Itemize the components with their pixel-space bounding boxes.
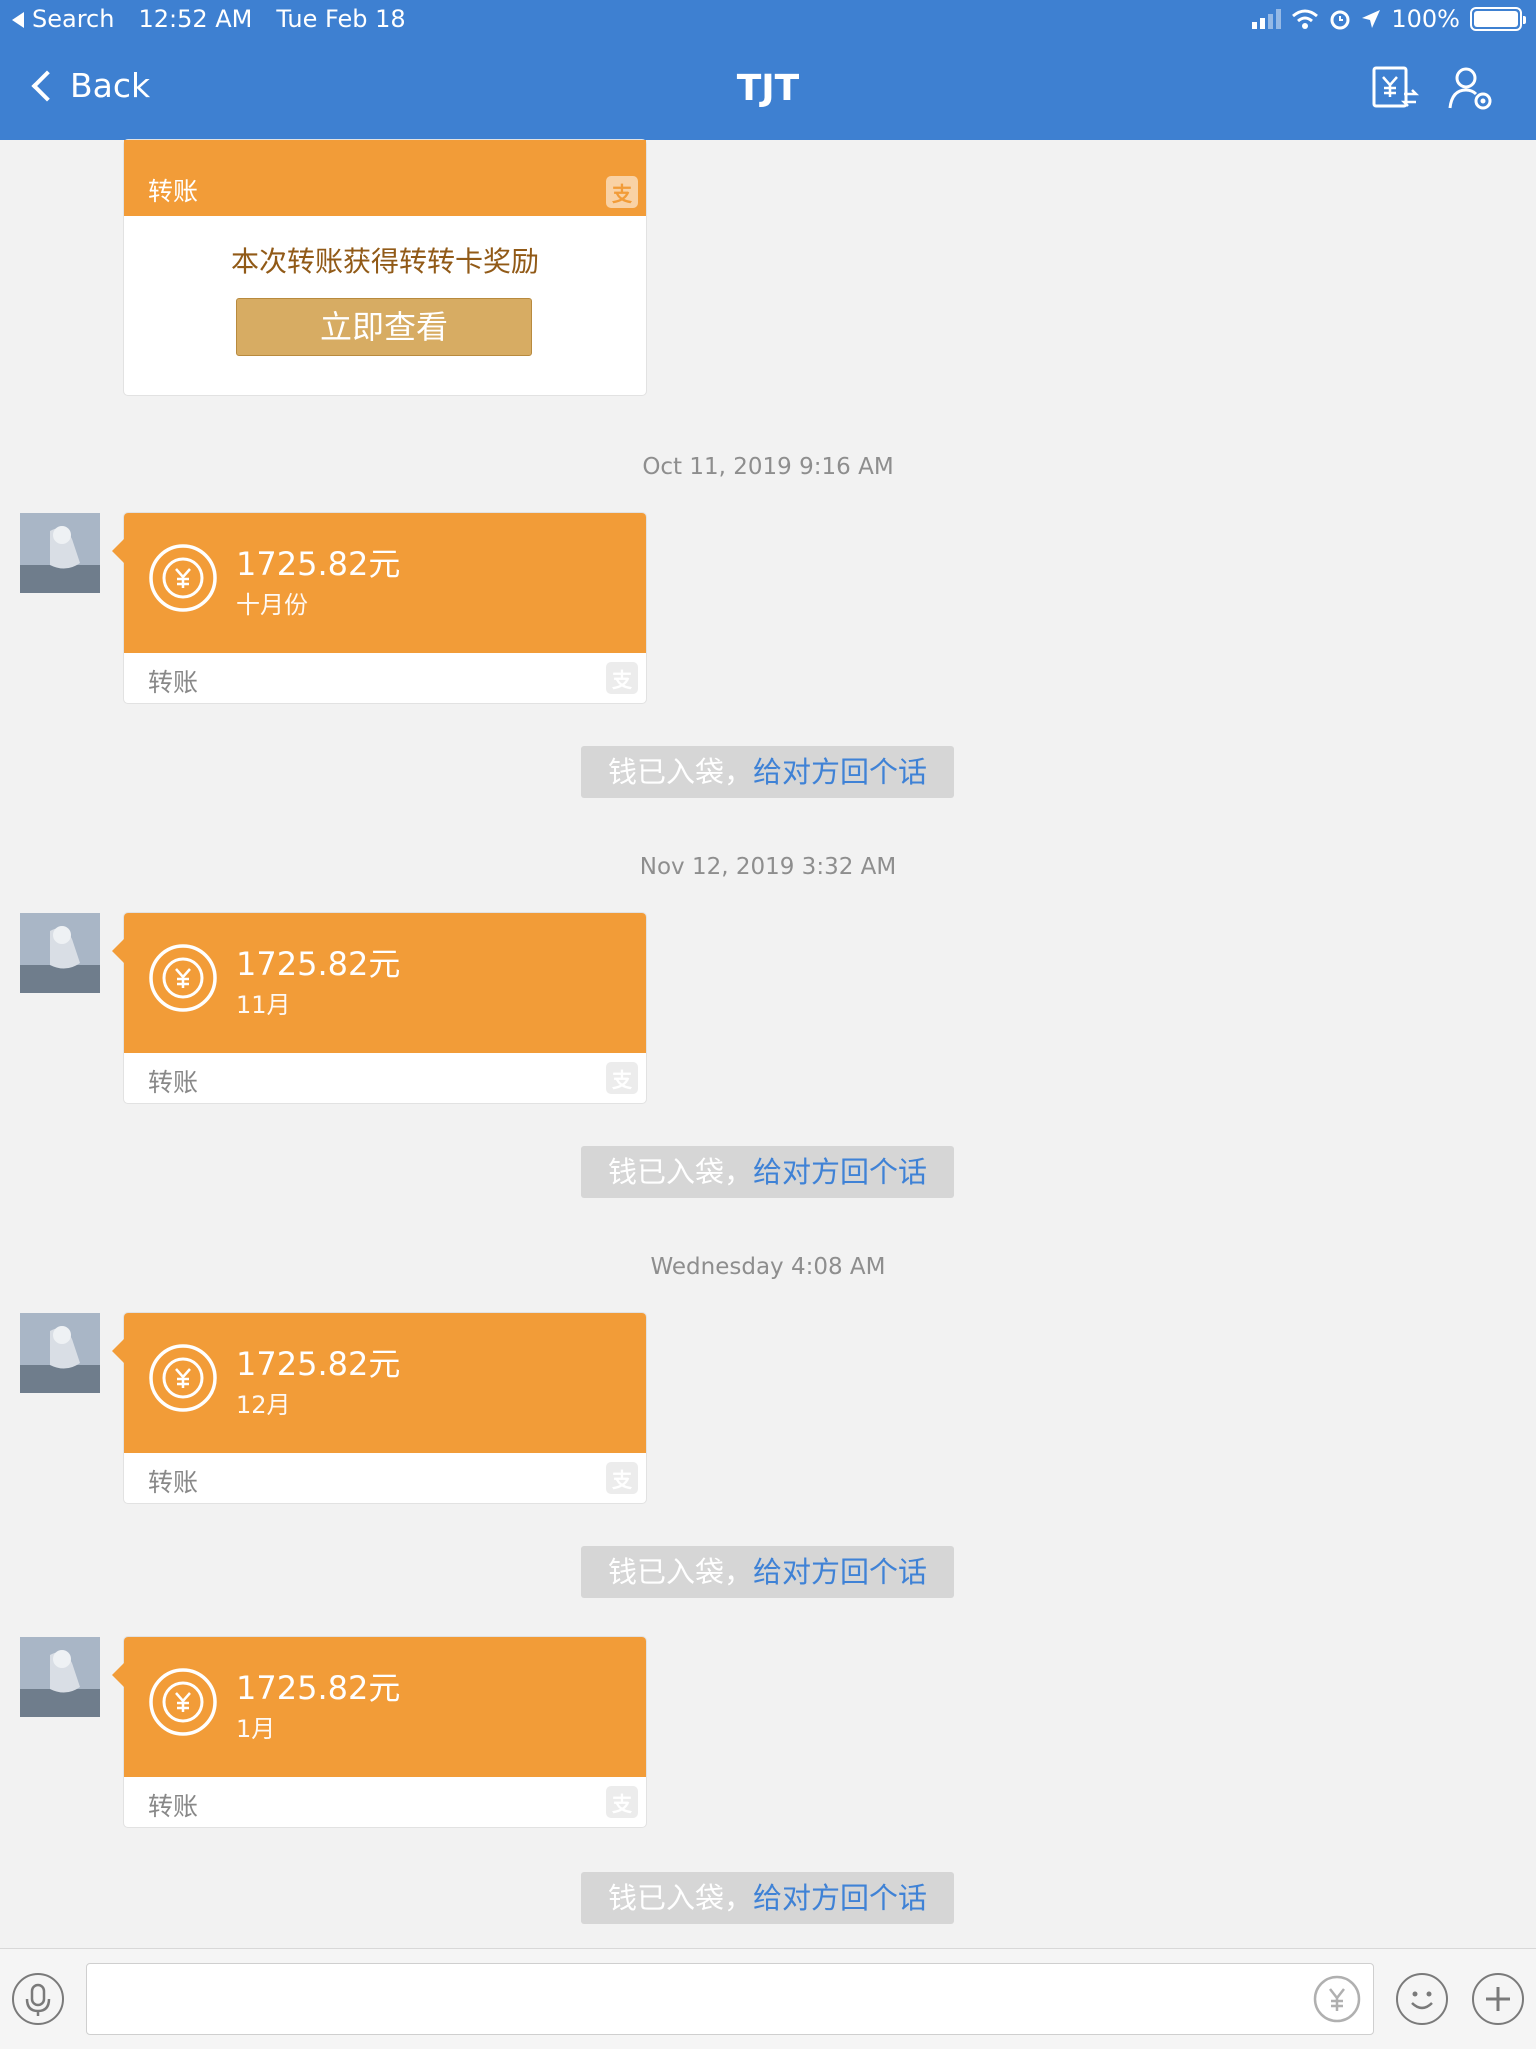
alipay-icon: 支 <box>606 1462 638 1494</box>
transfer-label: 转账 <box>148 1468 199 1497</box>
reply-link[interactable]: 给对方回个话 <box>753 755 927 789</box>
view-now-button[interactable]: 立即查看 <box>236 298 532 356</box>
status-bar: Search 12:52 AM Tue Feb 18 100% <box>0 0 1536 40</box>
status-time: 12:52 AM <box>138 5 253 33</box>
transfer-note: 12月 <box>236 1391 291 1419</box>
received-text: 钱已入袋， <box>607 755 753 789</box>
back-triangle-icon <box>12 12 24 28</box>
voice-button[interactable] <box>12 1973 64 2025</box>
battery-icon <box>1470 7 1526 31</box>
reward-card-header: 转账 支 <box>124 140 646 216</box>
reply-link[interactable]: 给对方回个话 <box>753 1155 927 1189</box>
transfer-note: 1月 <box>236 1715 276 1743</box>
reply-link[interactable]: 给对方回个话 <box>753 1881 927 1915</box>
microphone-icon <box>25 1983 51 2016</box>
avatar[interactable] <box>20 1637 100 1717</box>
back-to-app[interactable]: Search <box>12 5 114 33</box>
yen-coin-icon <box>149 1668 217 1736</box>
timestamp: Wednesday 4:08 AM <box>650 1254 886 1280</box>
received-text: 钱已入袋， <box>607 1555 753 1589</box>
transfer-amount: 1725.82元 <box>236 945 401 983</box>
emoji-icon <box>1411 1991 1433 2010</box>
navigation-bar: Back TJT <box>0 40 1536 140</box>
back-app-label: Search <box>32 5 115 33</box>
timestamp: Nov 12, 2019 3:32 AM <box>639 854 897 880</box>
avatar[interactable] <box>20 513 100 593</box>
emoji-button[interactable] <box>1396 1973 1448 2025</box>
transfer-message[interactable]: 1725.82元 1月 转账 支 <box>112 1637 646 1827</box>
timestamp: Oct 11, 2019 9:16 AM <box>642 454 894 480</box>
received-notice: 钱已入袋，给对方回个话 <box>581 1546 954 1598</box>
reward-message: 本次转账获得转转卡奖励 <box>230 245 539 278</box>
chat-area[interactable]: 转账 支 本次转账获得转转卡奖励 立即查看 Oct 11, 2019 9:16 … <box>0 140 1536 1948</box>
alipay-icon: 支 <box>606 662 638 694</box>
plus-icon <box>1486 1987 1510 2011</box>
transfer-label: 转账 <box>148 1792 199 1821</box>
transfer-message[interactable]: 1725.82元 12月 转账 支 <box>112 1313 646 1503</box>
reward-header-label: 转账 <box>148 177 199 206</box>
status-date: Tue Feb 18 <box>276 5 406 33</box>
message-field[interactable] <box>86 1963 1374 2035</box>
alipay-icon: 支 <box>606 176 638 208</box>
signal-icon <box>1252 9 1282 29</box>
location-icon <box>1362 10 1381 28</box>
transfer-yen-icon[interactable] <box>1370 64 1420 114</box>
message-input[interactable] <box>99 1964 1293 2034</box>
received-notice: 钱已入袋，给对方回个话 <box>581 746 954 798</box>
received-notice: 钱已入袋，给对方回个话 <box>581 1146 954 1198</box>
transfer-amount: 1725.82元 <box>236 545 401 583</box>
battery-percent: 100% <box>1391 5 1460 33</box>
transfer-label: 转账 <box>148 1068 199 1097</box>
wifi-icon <box>1292 9 1319 29</box>
transfer-note: 十月份 <box>236 591 308 619</box>
received-notice: 钱已入袋，给对方回个话 <box>581 1872 954 1924</box>
received-text: 钱已入袋， <box>607 1155 753 1189</box>
top-bar: Search 12:52 AM Tue Feb 18 100% Back TJT <box>0 0 1536 140</box>
contact-settings-icon[interactable] <box>1446 64 1496 114</box>
transfer-amount: 1725.82元 <box>236 1669 401 1707</box>
transfer-note: 11月 <box>236 991 291 1019</box>
yen-coin-icon <box>149 944 217 1012</box>
transfer-message[interactable]: 1725.82元 11月 转账 支 <box>112 913 646 1103</box>
alarm-icon <box>1330 10 1350 30</box>
input-bar <box>0 1948 1536 2049</box>
reward-card[interactable]: 转账 支 本次转账获得转转卡奖励 立即查看 <box>124 140 646 395</box>
reply-link[interactable]: 给对方回个话 <box>753 1555 927 1589</box>
alipay-icon: 支 <box>606 1786 638 1818</box>
transfer-amount: 1725.82元 <box>236 1345 401 1383</box>
avatar[interactable] <box>20 913 100 993</box>
yen-coin-icon <box>149 1344 217 1412</box>
chat-title: TJT <box>736 68 800 109</box>
avatar[interactable] <box>20 1313 100 1393</box>
transfer-message[interactable]: 1725.82元 十月份 转账 支 <box>112 513 646 703</box>
more-button[interactable] <box>1472 1973 1524 2025</box>
transfer-label: 转账 <box>148 668 199 697</box>
yen-transfer-icon[interactable] <box>1311 1973 1363 2025</box>
alipay-icon: 支 <box>606 1062 638 1094</box>
received-text: 钱已入袋， <box>607 1881 753 1915</box>
yen-coin-icon <box>149 544 217 612</box>
